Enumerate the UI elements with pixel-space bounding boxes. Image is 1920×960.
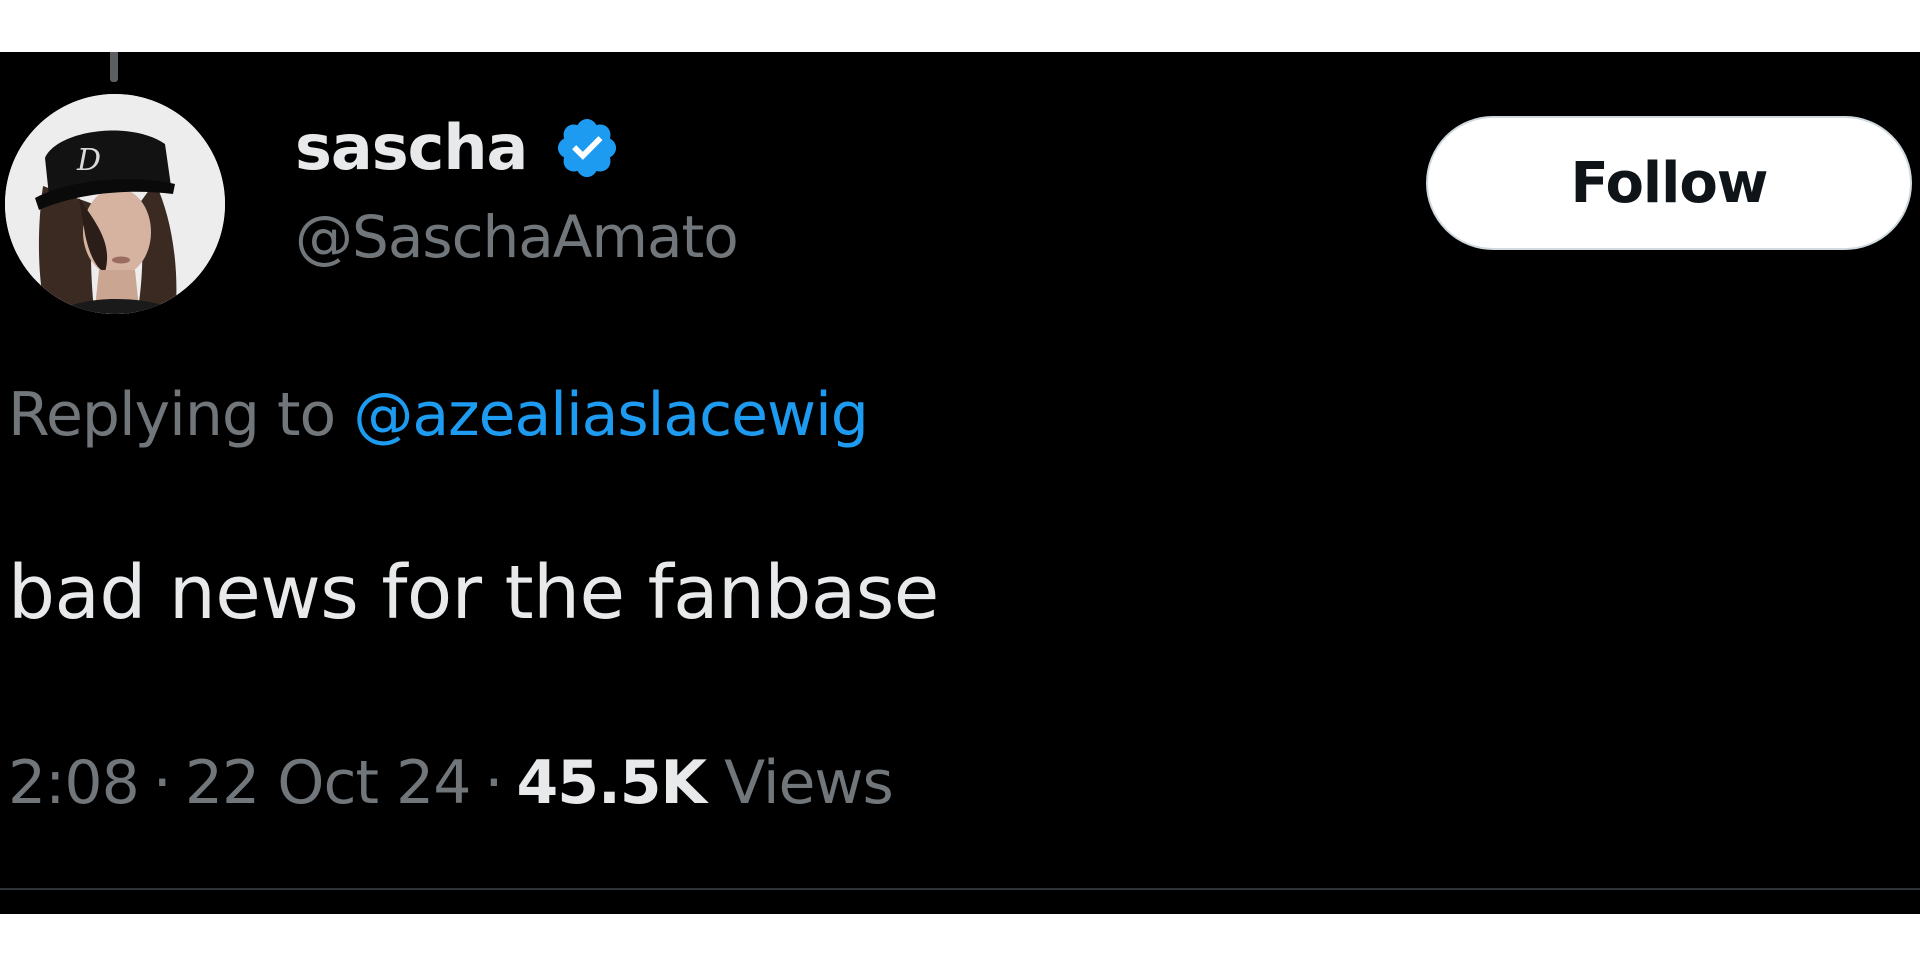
avatar-icon: D bbox=[5, 94, 225, 314]
screenshot-canvas: D sascha @SaschaAmato Follow Replying to… bbox=[0, 0, 1920, 960]
divider bbox=[0, 888, 1920, 890]
reply-mention-link[interactable]: @azealiaslacewig bbox=[353, 380, 868, 450]
tweet-text: bad news for the fanbase bbox=[8, 550, 939, 636]
author-handle[interactable]: @SaschaAmato bbox=[295, 202, 739, 272]
verified-badge-icon[interactable] bbox=[553, 114, 621, 182]
avatar[interactable]: D bbox=[5, 94, 225, 314]
author-name-row: sascha bbox=[295, 110, 738, 186]
thread-connector-line bbox=[110, 52, 118, 82]
tweet-card: D sascha @SaschaAmato Follow Replying to… bbox=[0, 52, 1920, 914]
tweet-meta: 2:08 · 22 Oct 24 · 45.5K Views bbox=[8, 746, 894, 820]
meta-separator: · bbox=[152, 748, 172, 818]
follow-button[interactable]: Follow bbox=[1426, 116, 1912, 250]
reply-context: Replying to @azealiaslacewig bbox=[8, 378, 869, 452]
tweet-date[interactable]: 22 Oct 24 bbox=[185, 748, 472, 818]
svg-text:D: D bbox=[76, 143, 101, 178]
meta-separator: · bbox=[484, 748, 503, 818]
tweet-time[interactable]: 2:08 bbox=[8, 748, 140, 818]
views-label: Views bbox=[724, 748, 894, 818]
reply-prefix: Replying to bbox=[8, 380, 336, 450]
author-block: sascha @SaschaAmato bbox=[295, 110, 739, 272]
views-count[interactable]: 45.5K bbox=[517, 748, 708, 818]
author-display-name[interactable]: sascha bbox=[295, 110, 528, 186]
